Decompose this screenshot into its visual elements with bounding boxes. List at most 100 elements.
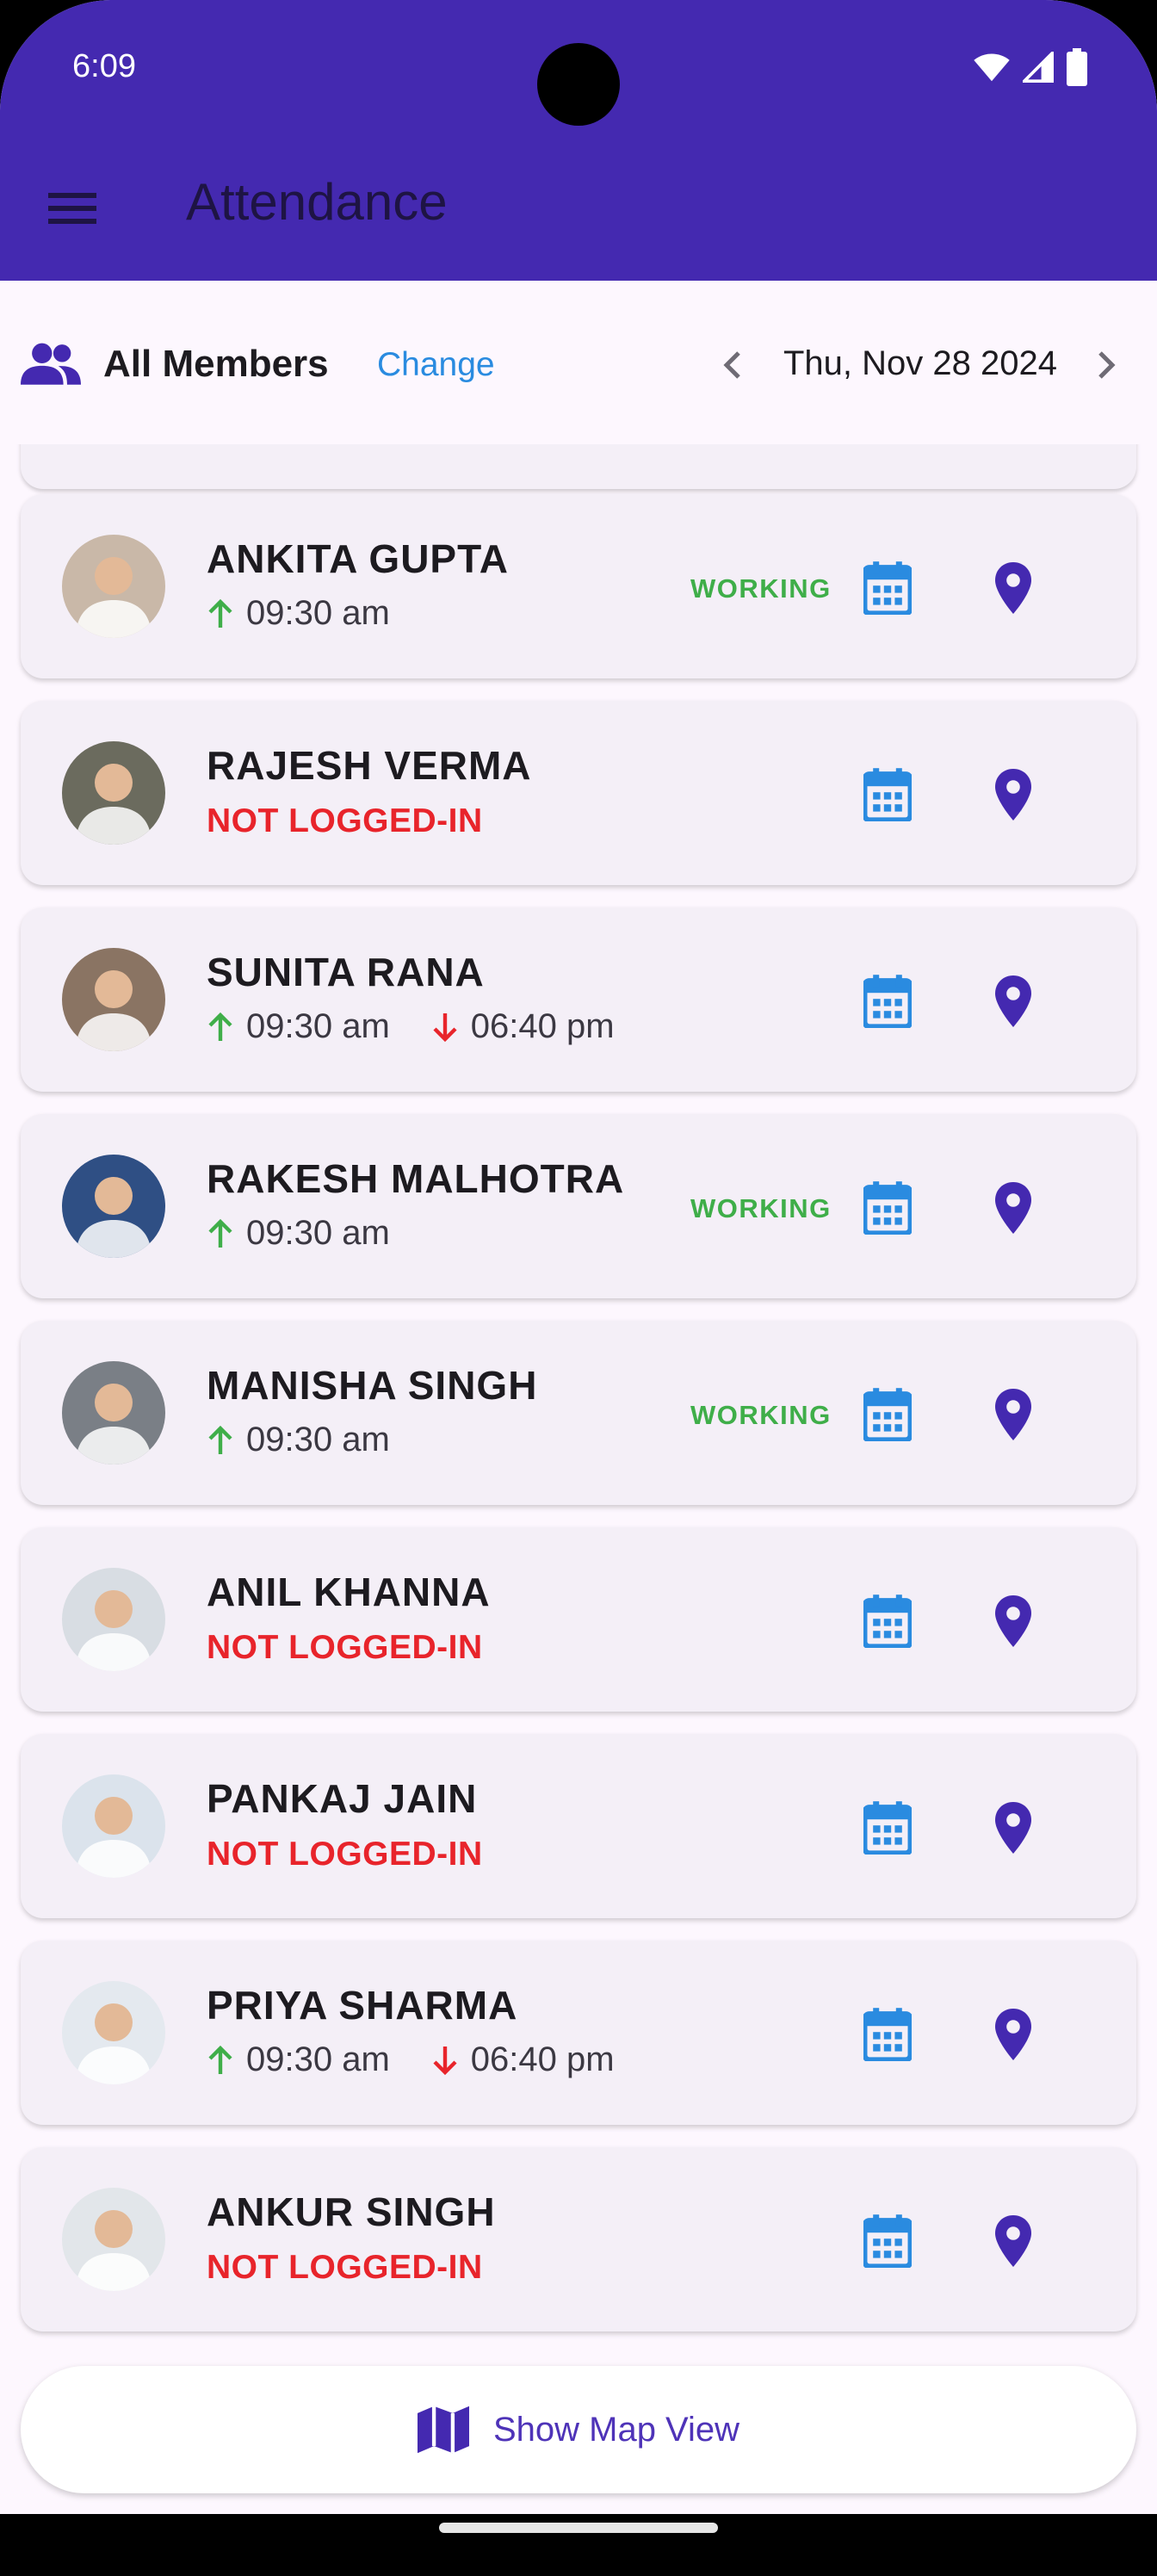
arrow-up-icon — [208, 1012, 232, 1041]
app-bar: 6:09 Attendance — [0, 0, 1157, 281]
check-out-time: 06:40 pm — [431, 1007, 615, 1046]
not-logged-in-status: NOT LOGGED-IN — [207, 802, 483, 839]
location-pin-icon — [995, 1802, 1031, 1854]
calendar-icon — [863, 1388, 912, 1441]
arrow-up-icon — [208, 1218, 232, 1248]
wifi-icon — [974, 53, 1010, 82]
show-map-view-label: Show Map View — [492, 2410, 740, 2449]
check-in-time: 09:30 am — [207, 1007, 390, 1046]
avatar — [62, 2188, 165, 2291]
list-item[interactable] — [21, 444, 1136, 489]
location-pin-icon — [995, 769, 1031, 820]
member-location-button[interactable] — [981, 2003, 1045, 2066]
member-location-button[interactable] — [981, 556, 1045, 620]
show-map-view-button[interactable]: Show Map View — [21, 2366, 1136, 2493]
attendance-calendar-button[interactable] — [856, 763, 919, 827]
arrow-up-icon — [208, 598, 232, 628]
avatar — [62, 1155, 165, 1258]
check-in-time-value: 09:30 am — [246, 1421, 390, 1458]
list-item[interactable]: SUNITA RANA 09:30 am 06:40 pm — [21, 907, 1136, 1092]
avatar-image — [62, 741, 165, 845]
gesture-handle[interactable] — [439, 2523, 718, 2533]
avatar-image — [62, 1774, 165, 1878]
menu-button[interactable] — [45, 181, 100, 236]
previous-date-button[interactable] — [706, 339, 758, 391]
member-location-button[interactable] — [981, 1383, 1045, 1446]
attendance-calendar-button[interactable] — [856, 1589, 919, 1653]
member-location-button[interactable] — [981, 969, 1045, 1033]
attendance-calendar-button[interactable] — [856, 1796, 919, 1860]
member-location-button[interactable] — [981, 1589, 1045, 1653]
member-location-button[interactable] — [981, 2209, 1045, 2273]
punch-times: 09:30 am — [207, 1214, 431, 1253]
status-bar: 6:09 — [0, 0, 1157, 138]
member-name: RAJESH VERMA — [207, 743, 532, 788]
calendar-icon — [863, 975, 912, 1028]
avatar-image — [62, 1361, 165, 1464]
system-icons — [973, 48, 1088, 86]
check-out-time-value: 06:40 pm — [470, 1007, 615, 1045]
change-members-link[interactable]: Change — [377, 346, 495, 384]
camera-cutout — [537, 43, 620, 126]
member-name: ANKITA GUPTA — [207, 536, 510, 581]
attendance-calendar-button[interactable] — [856, 1383, 919, 1446]
location-pin-icon — [995, 2009, 1031, 2060]
list-item[interactable]: RAJESH VERMA NOT LOGGED-IN — [21, 701, 1136, 885]
punch-times: 09:30 am 06:40 pm — [207, 1007, 656, 1046]
attendance-calendar-button[interactable] — [856, 1176, 919, 1240]
members-list[interactable]: ANKITA GUPTA 09:30 am WORKING RAJESH VERMA… — [0, 444, 1157, 2347]
calendar-icon — [863, 768, 912, 821]
attendance-calendar-button[interactable] — [856, 556, 919, 620]
attendance-calendar-button[interactable] — [856, 2209, 919, 2273]
avatar — [62, 1361, 165, 1464]
list-item[interactable]: PANKAJ JAIN NOT LOGGED-IN — [21, 1734, 1136, 1918]
avatar-image — [62, 948, 165, 1051]
calendar-icon — [863, 1595, 912, 1648]
punch-times: 09:30 am 06:40 pm — [207, 2040, 656, 2079]
chevron-right-icon — [1098, 351, 1116, 379]
list-item[interactable]: MANISHA SINGH 09:30 am WORKING — [21, 1321, 1136, 1505]
check-in-time-value: 09:30 am — [246, 594, 390, 632]
avatar — [62, 1774, 165, 1878]
calendar-icon — [863, 561, 912, 615]
calendar-icon — [863, 1181, 912, 1235]
battery-icon — [1067, 48, 1087, 86]
attendance-calendar-button[interactable] — [856, 969, 919, 1033]
working-status-badge: WORKING — [690, 1400, 832, 1430]
map-icon — [417, 2406, 469, 2454]
check-in-time-value: 09:30 am — [246, 2040, 390, 2078]
avatar-image — [62, 2188, 165, 2291]
check-in-time: 09:30 am — [207, 594, 390, 633]
member-location-button[interactable] — [981, 763, 1045, 827]
avatar — [62, 741, 165, 845]
check-in-time-value: 09:30 am — [246, 1007, 390, 1045]
location-pin-icon — [995, 2215, 1031, 2267]
list-item[interactable]: ANKUR SINGH NOT LOGGED-IN — [21, 2147, 1136, 2331]
list-item[interactable]: ANIL KHANNA NOT LOGGED-IN — [21, 1527, 1136, 1712]
check-in-time: 09:30 am — [207, 1421, 390, 1459]
member-location-button[interactable] — [981, 1796, 1045, 1860]
attendance-calendar-button[interactable] — [856, 2003, 919, 2066]
page-title: Attendance — [186, 173, 448, 231]
arrow-down-icon — [433, 1012, 457, 1042]
working-status-badge: WORKING — [690, 1193, 832, 1223]
avatar — [62, 1981, 165, 2084]
list-item[interactable]: ANKITA GUPTA 09:30 am WORKING — [21, 494, 1136, 678]
punch-times: 09:30 am — [207, 594, 431, 633]
check-in-time: 09:30 am — [207, 2040, 390, 2079]
list-item[interactable]: RAKESH MALHOTRA 09:30 am WORKING — [21, 1114, 1136, 1298]
avatar-image — [62, 1568, 165, 1671]
location-pin-icon — [995, 1389, 1031, 1440]
member-location-button[interactable] — [981, 1176, 1045, 1240]
check-in-time-value: 09:30 am — [246, 1214, 390, 1252]
member-name: ANIL KHANNA — [207, 1570, 491, 1614]
avatar-image — [62, 1981, 165, 2084]
location-pin-icon — [995, 975, 1031, 1027]
members-filter-label: All Members — [103, 343, 329, 385]
member-name: PRIYA SHARMA — [207, 1983, 518, 2028]
list-item[interactable]: PRIYA SHARMA 09:30 am 06:40 pm — [21, 1941, 1136, 2125]
next-date-button[interactable] — [1081, 339, 1133, 391]
calendar-icon — [863, 1801, 912, 1855]
working-status-badge: WORKING — [690, 573, 832, 604]
calendar-icon — [863, 2214, 912, 2268]
